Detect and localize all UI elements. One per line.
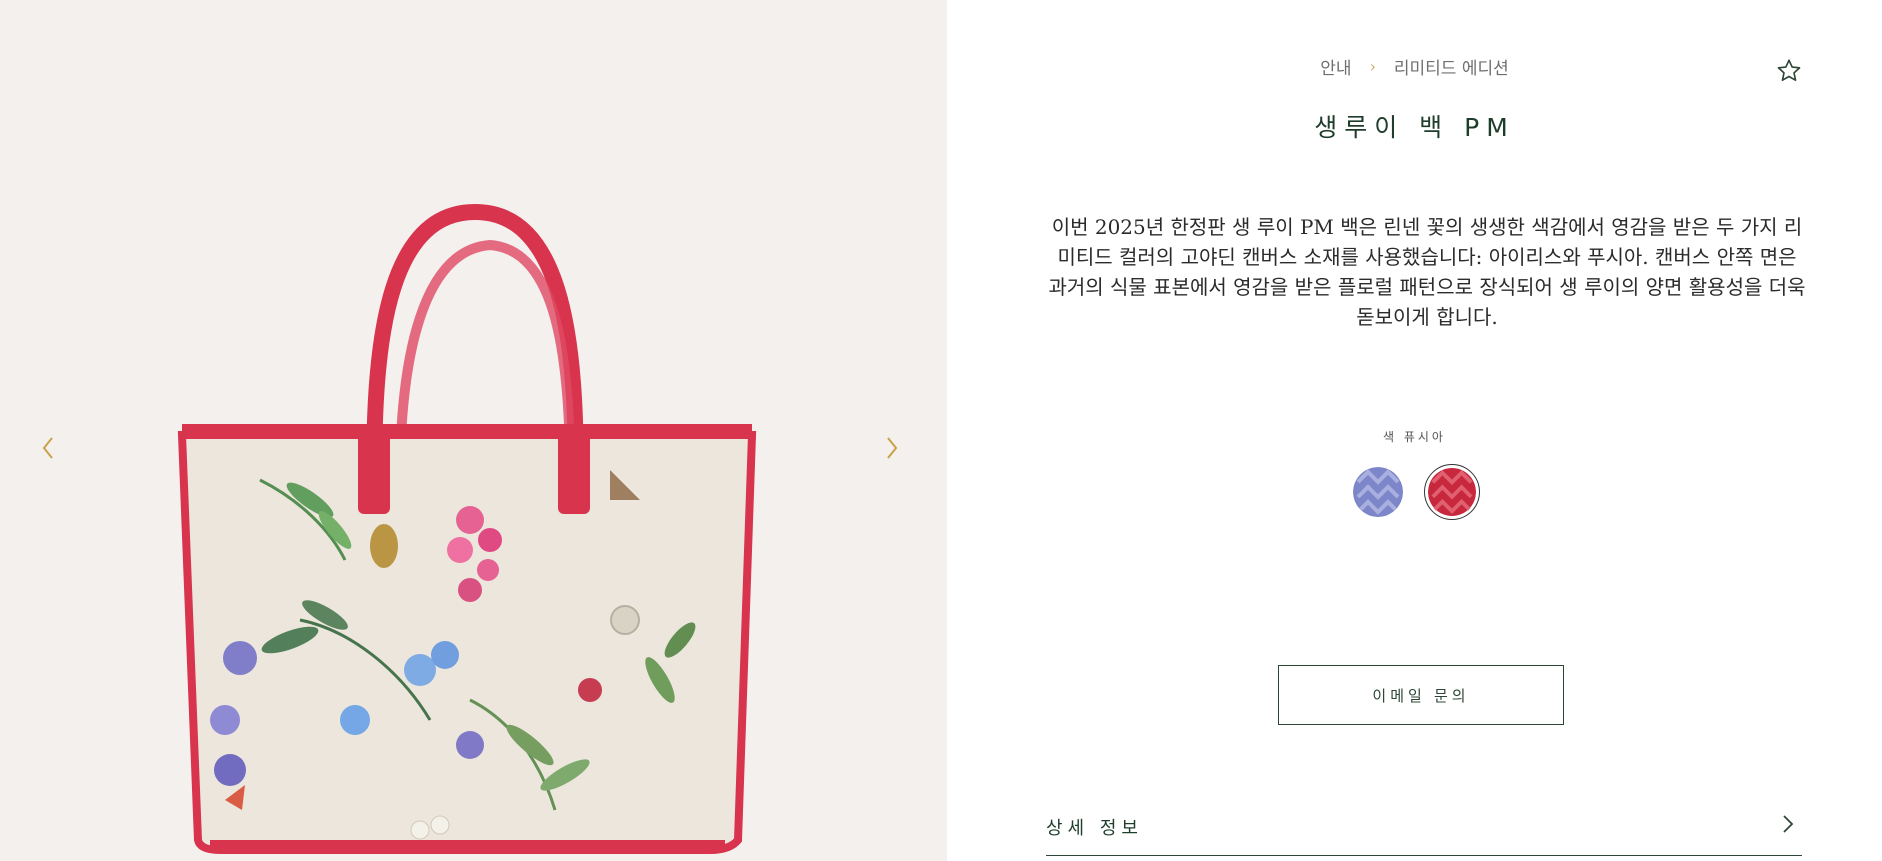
breadcrumb-item-guide[interactable]: 안내	[1320, 54, 1351, 79]
product-gallery	[0, 0, 947, 861]
gallery-prev-button[interactable]	[32, 432, 64, 464]
fuchsia-swatch-pattern	[1427, 468, 1476, 516]
tote-bag-illustration	[177, 203, 757, 854]
product-title: 생루이 백 PM	[1314, 113, 1515, 142]
details-accordion[interactable]: 상세 정보	[1046, 800, 1802, 856]
iris-swatch-pattern	[1352, 467, 1403, 517]
email-inquiry-button[interactable]: 이메일 문의	[1278, 665, 1564, 725]
swatch-fuchsia[interactable]	[1423, 464, 1480, 520]
product-image[interactable]	[170, 200, 770, 861]
product-description: 이번 2025년 한정판 생 루이 PM 백은 린넨 꽃의 생생한 색감에서 영…	[1048, 215, 1806, 329]
gallery-next-button[interactable]	[876, 432, 908, 464]
chevron-left-icon	[42, 437, 53, 459]
color-swatches	[947, 464, 1882, 520]
details-label: 상세 정보	[1046, 818, 1143, 839]
product-info-panel: 안내 › 리미티드 에디션 생루이 백 PM 이번 2025년 한정판 생 루이…	[947, 0, 1882, 861]
product-page: 안내 › 리미티드 에디션 생루이 백 PM 이번 2025년 한정판 생 루이…	[0, 0, 1882, 861]
star-outline-icon	[1777, 59, 1801, 82]
color-label: 색 퓨시아	[1383, 430, 1446, 444]
breadcrumb-separator: ›	[1369, 57, 1376, 76]
chevron-right-icon	[887, 437, 898, 459]
breadcrumb: 안내 › 리미티드 에디션	[947, 54, 1882, 79]
favorite-button[interactable]	[1775, 57, 1803, 85]
swatch-iris[interactable]	[1350, 464, 1406, 520]
chevron-right-icon	[1783, 815, 1794, 833]
breadcrumb-item-limited-edition[interactable]: 리미티드 에디션	[1394, 54, 1509, 79]
